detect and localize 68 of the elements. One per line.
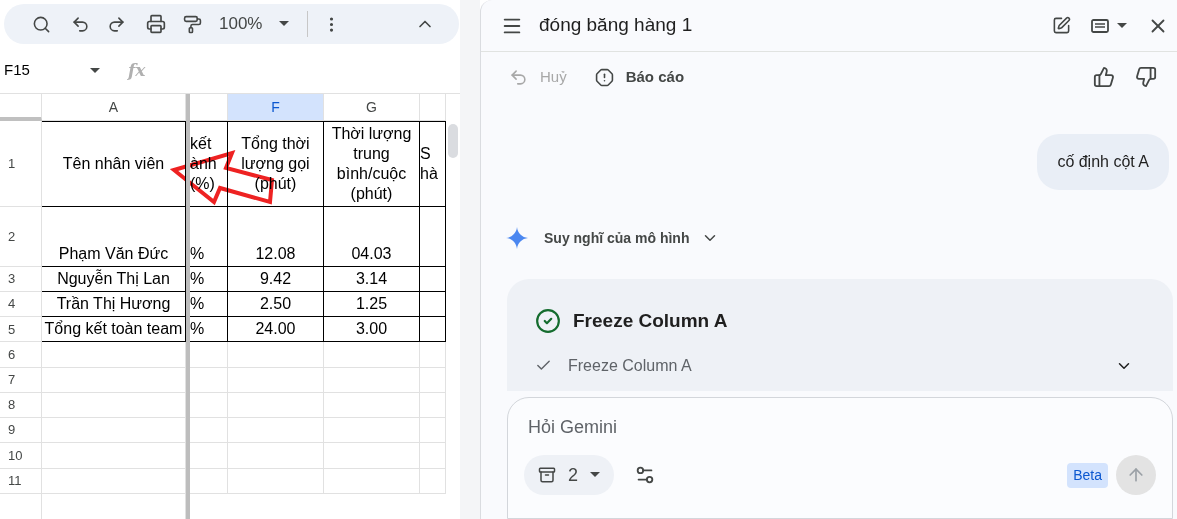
table-cell[interactable]: 24.00 <box>228 317 324 343</box>
redo-icon[interactable] <box>107 14 126 34</box>
table-cell[interactable]: % <box>190 266 228 292</box>
table-cell[interactable]: 2.50 <box>228 291 324 318</box>
thumbs-up-icon[interactable] <box>1093 66 1115 88</box>
table-cell[interactable]: S hà <box>420 121 446 207</box>
column-header[interactable]: G <box>324 94 420 122</box>
thinking-toggle[interactable]: Suy nghĩ của mô hình <box>506 227 1177 249</box>
settings-icon[interactable] <box>634 464 656 486</box>
undo-icon[interactable] <box>71 14 90 34</box>
row-number: 10 <box>8 446 23 465</box>
table-cell[interactable]: % <box>190 291 228 318</box>
prompt-input[interactable]: Hỏi Gemini <box>524 414 1156 441</box>
row-number: 5 <box>8 320 16 339</box>
beta-badge: Beta <box>1067 462 1108 488</box>
caret-icon <box>590 472 600 478</box>
table-cell[interactable]: 04.03 <box>324 206 420 267</box>
sparkle-icon <box>506 227 528 249</box>
table-cell[interactable]: 3.00 <box>324 317 420 343</box>
chat-title: đóng băng hàng 1 <box>539 13 693 38</box>
row-number: 2 <box>8 227 16 246</box>
table-cell[interactable] <box>420 317 446 343</box>
scrollbar-thumb[interactable] <box>448 124 458 158</box>
table-cell[interactable]: 12.08 <box>228 206 324 267</box>
table-cell[interactable]: % <box>190 206 228 267</box>
print-icon[interactable] <box>146 14 166 34</box>
paint-format-icon[interactable] <box>183 14 202 34</box>
action-button[interactable]: Báo cáo <box>594 65 685 89</box>
table-cell[interactable] <box>420 291 446 318</box>
edit-icon[interactable] <box>1052 16 1071 35</box>
table-cell[interactable]: 1.25 <box>324 291 420 318</box>
row-number: 3 <box>8 270 16 289</box>
caret-icon <box>1117 22 1127 29</box>
table-cell[interactable] <box>420 206 446 267</box>
name-box[interactable]: F15 <box>0 59 108 82</box>
step-label: Freeze Column A <box>568 355 692 376</box>
search-icon[interactable] <box>32 14 51 34</box>
archive-icon <box>538 466 556 484</box>
select-all-corner[interactable] <box>0 94 42 122</box>
panel-icon <box>1091 18 1109 33</box>
user-message: cố định cột A <box>1037 134 1169 190</box>
caret-icon <box>279 21 290 27</box>
caret-icon <box>90 67 100 74</box>
table-cell[interactable]: 9.42 <box>228 266 324 292</box>
row-number: 9 <box>8 421 16 440</box>
undo-icon <box>509 67 528 87</box>
function-symbol: fx <box>128 58 146 82</box>
card-title: Freeze Column A <box>573 309 728 333</box>
source-chip[interactable]: 2 <box>524 455 614 495</box>
view-dropdown[interactable] <box>1091 18 1127 33</box>
row-number: 8 <box>8 396 16 415</box>
table-cell[interactable] <box>420 266 446 292</box>
check-circle-icon <box>535 308 561 335</box>
table-cell[interactable]: % <box>190 317 228 343</box>
row-number: 1 <box>8 154 16 173</box>
row-number: 6 <box>8 345 16 364</box>
column-header[interactable] <box>190 94 228 122</box>
row-number: 4 <box>8 295 16 314</box>
column-header[interactable]: F <box>228 94 324 122</box>
column-header[interactable] <box>420 94 446 122</box>
row-number: 11 <box>8 471 22 490</box>
column-header[interactable]: A <box>42 94 186 122</box>
zoom-dropdown[interactable]: 100% <box>219 11 290 37</box>
alert-icon <box>594 67 614 87</box>
thumbs-down-icon[interactable] <box>1135 66 1157 88</box>
table-cell[interactable]: Thời lượng trung bình/cuộc (phút) <box>324 121 420 207</box>
table-cell[interactable]: 3.14 <box>324 266 420 292</box>
row-number: 7 <box>8 371 16 389</box>
